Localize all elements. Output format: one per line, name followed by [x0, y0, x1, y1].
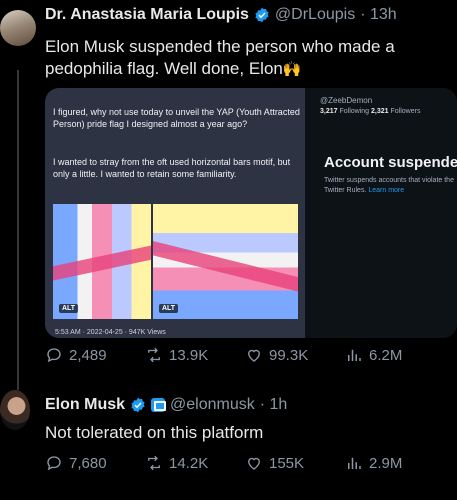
- timestamp[interactable]: · 1h: [260, 396, 288, 414]
- flag-image-2: ALT: [153, 204, 298, 319]
- verified-icon: [254, 7, 270, 23]
- retweet-button[interactable]: 14.2K: [145, 454, 245, 472]
- reply-count: 2,489: [69, 346, 107, 364]
- like-icon: [248, 349, 260, 362]
- follow-counts: 3,217 Following 2,321 Followers: [320, 108, 420, 115]
- views-count: 6.2M: [369, 346, 403, 364]
- retweet-count: 13.9K: [169, 346, 209, 364]
- avatar[interactable]: [0, 390, 30, 430]
- reply-icon: [47, 348, 61, 363]
- reply-button[interactable]: 7,680: [45, 454, 145, 472]
- handle[interactable]: @DrLoupis: [275, 6, 355, 24]
- learn-more-link: Learn more: [368, 187, 405, 194]
- profile-handle: @ZeebDemon: [320, 96, 373, 105]
- retweet-button[interactable]: 13.9K: [145, 346, 245, 364]
- alt-badge: ALT: [159, 304, 179, 313]
- following-label: Following: [339, 108, 370, 115]
- display-name[interactable]: Dr. Anastasia Maria Loupis: [45, 6, 249, 24]
- avatar[interactable]: [0, 10, 36, 46]
- affiliation-badge-icon: [151, 398, 167, 412]
- like-count: 155K: [269, 454, 305, 472]
- views-button[interactable]: 2.9M: [345, 454, 445, 472]
- views-button[interactable]: 6.2M: [345, 346, 445, 364]
- action-bar: 7,680 14.2K 155K 2.9M: [45, 454, 445, 472]
- tweet-media[interactable]: I figured, why not use today to unveil t…: [45, 88, 457, 338]
- tweet-text: Not tolerated on this platform: [45, 423, 264, 442]
- action-bar: 2,489 13.9K 99.3K 6.2M: [45, 346, 445, 364]
- quoted-timestamp: 5:53 AM · 2022-04-25 · 947K Views: [55, 329, 166, 336]
- quoted-paragraph-1: I figured, why not use today to unveil t…: [53, 107, 300, 129]
- quoted-paragraph-2: I wanted to stray from the oft used hori…: [53, 157, 291, 179]
- like-count: 99.3K: [269, 346, 309, 364]
- flag-image-1: ALT: [53, 204, 151, 319]
- verified-icon: [130, 397, 146, 413]
- views-count: 2.9M: [369, 454, 403, 472]
- flag-stripe: [153, 239, 298, 303]
- following-count: 3,217: [320, 108, 338, 115]
- tweet-body: Elon Musk suspended the person who made …: [45, 37, 395, 78]
- tweet-header: Elon Musk @elonmusk · 1h: [45, 396, 287, 414]
- reply-button[interactable]: 2,489: [45, 346, 145, 364]
- views-icon: [348, 457, 361, 469]
- alt-badge: ALT: [59, 304, 79, 313]
- quoted-tweet-screenshot: I figured, why not use today to unveil t…: [45, 88, 305, 338]
- retweet-count: 14.2K: [169, 454, 209, 472]
- like-button[interactable]: 155K: [245, 454, 345, 472]
- thread-connector: [17, 70, 19, 390]
- flag-stripe: [53, 239, 151, 283]
- suspended-title: Account suspended: [324, 154, 457, 171]
- reply-count: 7,680: [69, 454, 107, 472]
- raised-hands-icon: 🙌: [282, 61, 302, 78]
- suspended-profile-screenshot: @ZeebDemon 3,217 Following 2,321 Followe…: [310, 88, 457, 338]
- retweet-icon: [148, 347, 160, 363]
- like-icon: [248, 457, 260, 470]
- display-name[interactable]: Elon Musk: [45, 396, 125, 414]
- timestamp[interactable]: · 13h: [360, 6, 396, 24]
- followers-label: Followers: [390, 108, 421, 115]
- retweet-icon: [148, 455, 160, 471]
- handle[interactable]: @elonmusk: [170, 396, 255, 414]
- like-button[interactable]: 99.3K: [245, 346, 345, 364]
- reply-icon: [47, 456, 61, 471]
- followers-count: 2,321: [371, 108, 389, 115]
- views-icon: [348, 349, 361, 361]
- tweet-text: Elon Musk suspended the person who made …: [45, 36, 445, 81]
- suspended-text: Twitter suspends accounts that violate t…: [324, 176, 457, 196]
- tweet-header: Dr. Anastasia Maria Loupis @DrLoupis · 1…: [45, 6, 397, 24]
